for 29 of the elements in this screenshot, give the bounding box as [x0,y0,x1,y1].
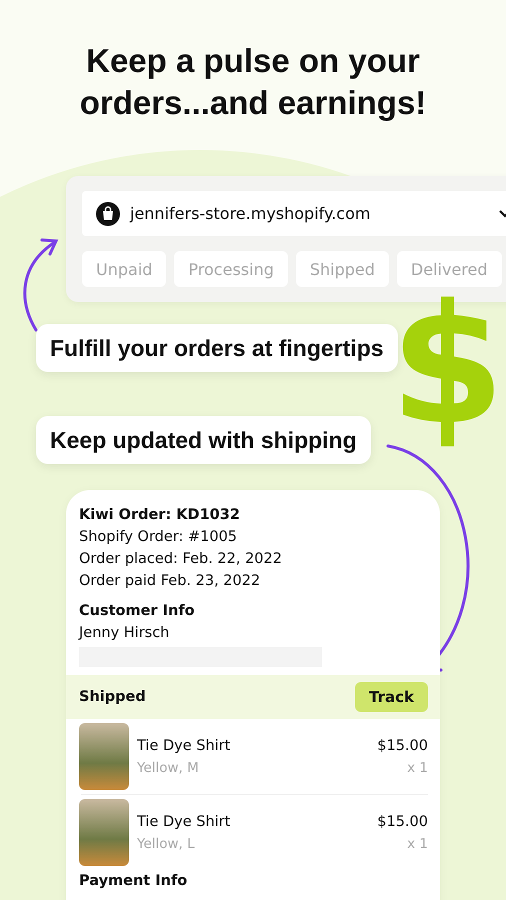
order-placed-date: Order placed: Feb. 22, 2022 [79,550,283,569]
product-variant: Yellow, L [137,834,196,854]
order-status: Shipped [79,688,146,707]
product-price: $15.00 [377,812,428,832]
product-variant: Yellow, M [137,758,200,778]
product-quantity: x 1 [406,834,428,854]
photo-placeholder [79,799,129,866]
status-tab[interactable]: Unpaid [82,251,166,287]
headline: Keep a pulse on your orders...and earnings! [78,41,428,123]
shopping-bag-icon [96,202,120,226]
photo-placeholder [79,723,129,790]
status-tab[interactable]: Delivered [396,251,502,287]
callout-label: Keep updated with shipping [36,416,371,464]
status-tab[interactable]: Processing [174,251,288,287]
status-tab[interactable]: Shipped [296,251,389,287]
order-paid-date: Order paid Feb. 23, 2022 [79,572,262,591]
product-name: Tie Dye Shirt [137,736,232,756]
shopify-order-number: Shopify Order: #1005 [79,528,238,547]
product-name: Tie Dye Shirt [137,812,232,832]
callout-label: Fulfill your orders at fingertips [36,324,398,372]
track-button[interactable]: Track [355,682,428,712]
section-heading: Customer Info [79,602,196,621]
customer-name: Jenny Hirsch [79,624,170,643]
kiwi-order-number: Kiwi Order: KD1032 [79,506,241,525]
product-price: $15.00 [377,736,428,756]
section-heading: Payment Info [79,872,188,891]
store-dropdown[interactable]: jennifers-store.myshopify.com [82,191,506,236]
product-quantity: x 1 [406,758,428,778]
store-url: jennifers-store.myshopify.com [130,204,372,223]
